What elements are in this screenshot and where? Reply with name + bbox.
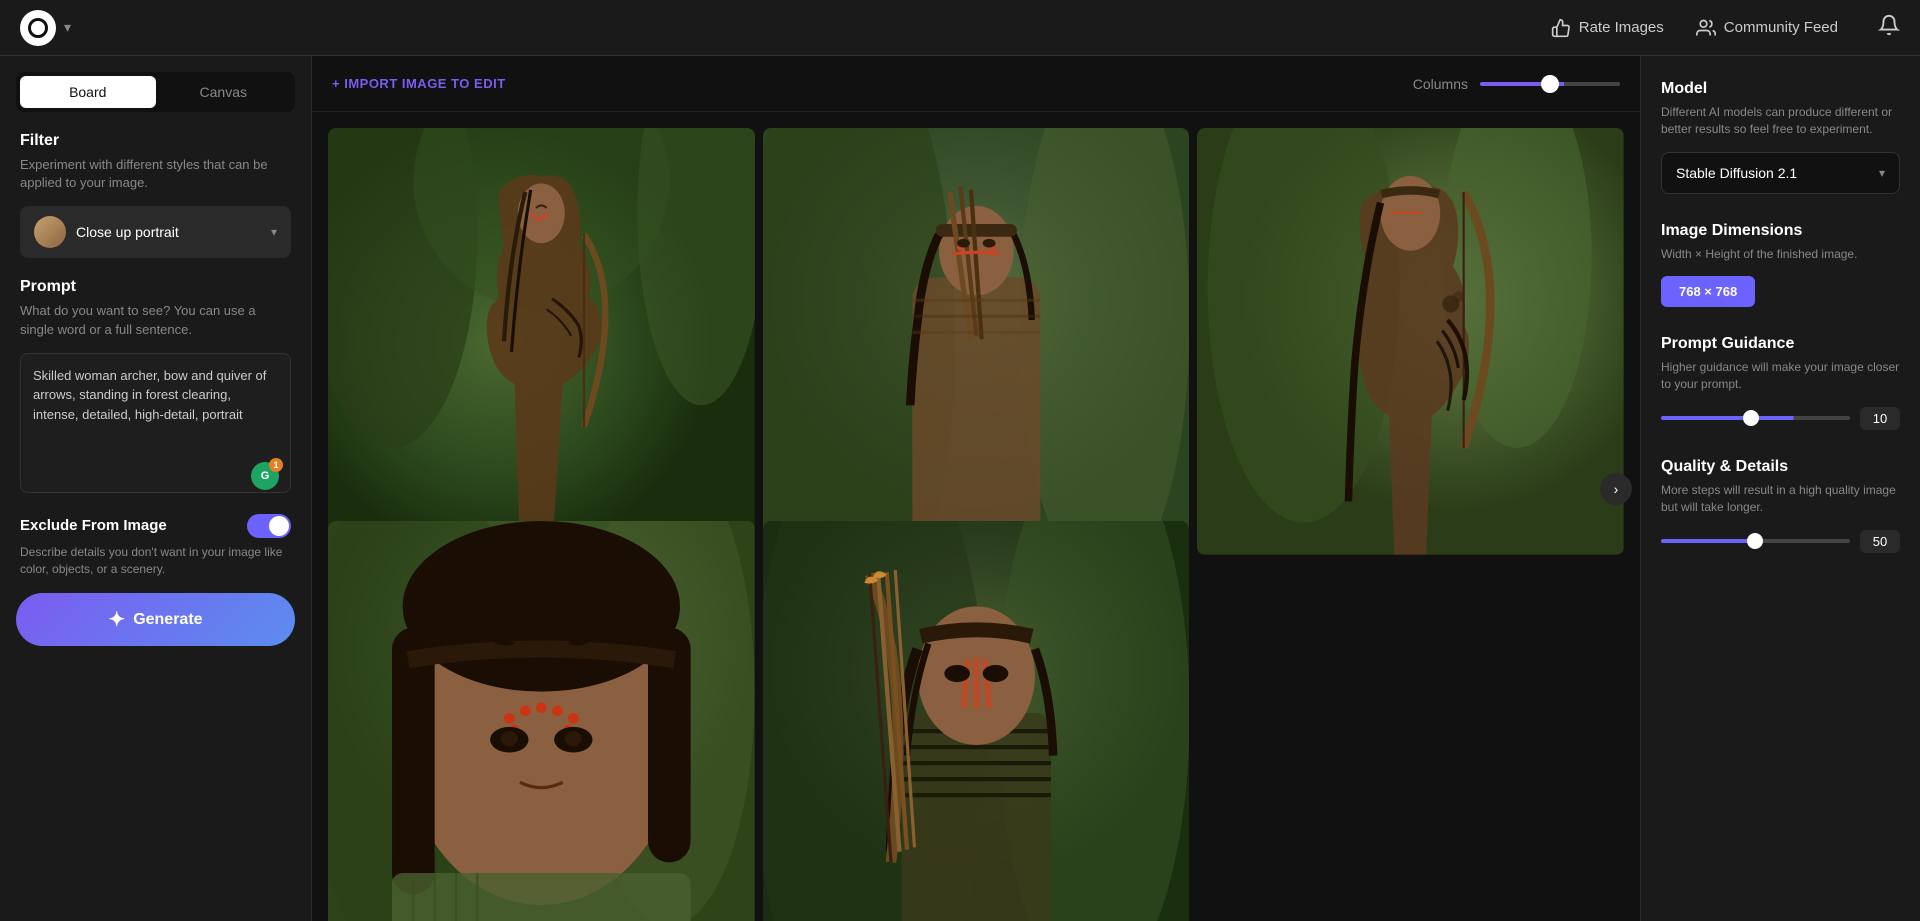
topbar: ▾ Rate Images Community Feed: [0, 0, 1920, 56]
topbar-actions: Rate Images Community Feed: [1551, 14, 1900, 42]
main-layout: Board Canvas Filter Experiment with diff…: [0, 56, 1920, 921]
community-feed-button[interactable]: Community Feed: [1696, 18, 1838, 38]
import-image-button[interactable]: + IMPORT IMAGE TO EDIT: [332, 76, 506, 91]
model-chevron-icon: ▾: [1879, 166, 1885, 180]
model-select-button[interactable]: Stable Diffusion 2.1 ▾: [1661, 152, 1900, 194]
exclude-row: Exclude From Image: [0, 514, 311, 538]
prompt-section: Prompt What do you want to see? You can …: [0, 258, 311, 493]
toggle-knob: [269, 516, 289, 536]
filter-chevron-icon: ▾: [271, 225, 277, 239]
exclude-desc: Describe details you don't want in your …: [0, 538, 311, 578]
rate-images-button[interactable]: Rate Images: [1551, 18, 1664, 38]
exclude-toggle[interactable]: [247, 514, 291, 538]
tab-canvas[interactable]: Canvas: [156, 76, 292, 108]
left-sidebar: Board Canvas Filter Experiment with diff…: [0, 56, 312, 921]
columns-slider[interactable]: [1480, 82, 1620, 86]
thumbs-up-icon: [1551, 18, 1571, 38]
grid-image-3[interactable]: [1197, 128, 1624, 555]
guidance-desc: Higher guidance will make your image clo…: [1661, 359, 1900, 393]
guidance-slider-row: 10: [1661, 407, 1900, 430]
prompt-title: Prompt: [20, 278, 291, 296]
app-menu-chevron[interactable]: ▾: [64, 19, 71, 36]
community-feed-label: Community Feed: [1724, 19, 1838, 36]
quality-value: 50: [1860, 530, 1900, 553]
scroll-right-button[interactable]: ›: [1600, 473, 1632, 505]
bell-icon: [1878, 14, 1900, 36]
dimensions-title: Image Dimensions: [1661, 222, 1900, 240]
model-section: Model Different AI models can produce di…: [1661, 80, 1900, 194]
filter-section: Filter Experiment with different styles …: [0, 112, 311, 258]
rate-images-label: Rate Images: [1579, 19, 1664, 36]
model-title: Model: [1661, 80, 1900, 98]
guidance-section: Prompt Guidance Higher guidance will mak…: [1661, 335, 1900, 430]
right-sidebar: Model Different AI models can produce di…: [1640, 56, 1920, 921]
tab-board[interactable]: Board: [20, 76, 156, 108]
model-selected-label: Stable Diffusion 2.1: [1676, 165, 1797, 181]
content-topbar: + IMPORT IMAGE TO EDIT Columns: [312, 56, 1640, 112]
dimensions-section: Image Dimensions Width × Height of the f…: [1661, 222, 1900, 308]
columns-label: Columns: [1413, 76, 1468, 92]
dimensions-desc: Width × Height of the finished image.: [1661, 246, 1900, 263]
quality-slider-row: 50: [1661, 530, 1900, 553]
image-grid: [312, 112, 1640, 921]
grammarly-badge: 1: [269, 458, 283, 472]
guidance-slider[interactable]: [1661, 416, 1850, 420]
generate-plus-icon: ✦: [108, 607, 125, 632]
filter-select-button[interactable]: Close up portrait ▾: [20, 206, 291, 258]
center-content: + IMPORT IMAGE TO EDIT Columns: [312, 56, 1640, 921]
quality-slider[interactable]: [1661, 539, 1850, 543]
quality-title: Quality & Details: [1661, 458, 1900, 476]
community-icon: [1696, 18, 1716, 38]
generate-button[interactable]: ✦ Generate: [16, 593, 295, 646]
filter-selected-label: Close up portrait: [76, 224, 261, 240]
grammarly-icon: G 1: [251, 462, 279, 490]
tab-row: Board Canvas: [16, 72, 295, 112]
quality-section: Quality & Details More steps will result…: [1661, 458, 1900, 553]
content-wrapper: + IMPORT IMAGE TO EDIT Columns: [312, 56, 1920, 921]
quality-desc: More steps will result in a high quality…: [1661, 482, 1900, 516]
notifications-button[interactable]: [1878, 14, 1900, 42]
exclude-label: Exclude From Image: [20, 517, 167, 534]
grid-image-5[interactable]: [763, 521, 1190, 921]
guidance-value: 10: [1860, 407, 1900, 430]
model-desc: Different AI models can produce differen…: [1661, 104, 1900, 138]
filter-avatar: [34, 216, 66, 248]
columns-control: Columns: [1413, 76, 1620, 92]
filter-desc: Experiment with different styles that ca…: [20, 156, 291, 192]
grid-image-2[interactable]: [763, 128, 1190, 555]
dimensions-button[interactable]: 768 × 768: [1661, 276, 1755, 307]
prompt-footer: G 1: [20, 454, 291, 494]
guidance-title: Prompt Guidance: [1661, 335, 1900, 353]
generate-label: Generate: [133, 611, 202, 629]
grid-image-4[interactable]: [328, 521, 755, 921]
app-logo[interactable]: [20, 10, 56, 46]
grid-image-1[interactable]: [328, 128, 755, 555]
prompt-desc: What do you want to see? You can use a s…: [20, 302, 291, 338]
filter-title: Filter: [20, 132, 291, 150]
